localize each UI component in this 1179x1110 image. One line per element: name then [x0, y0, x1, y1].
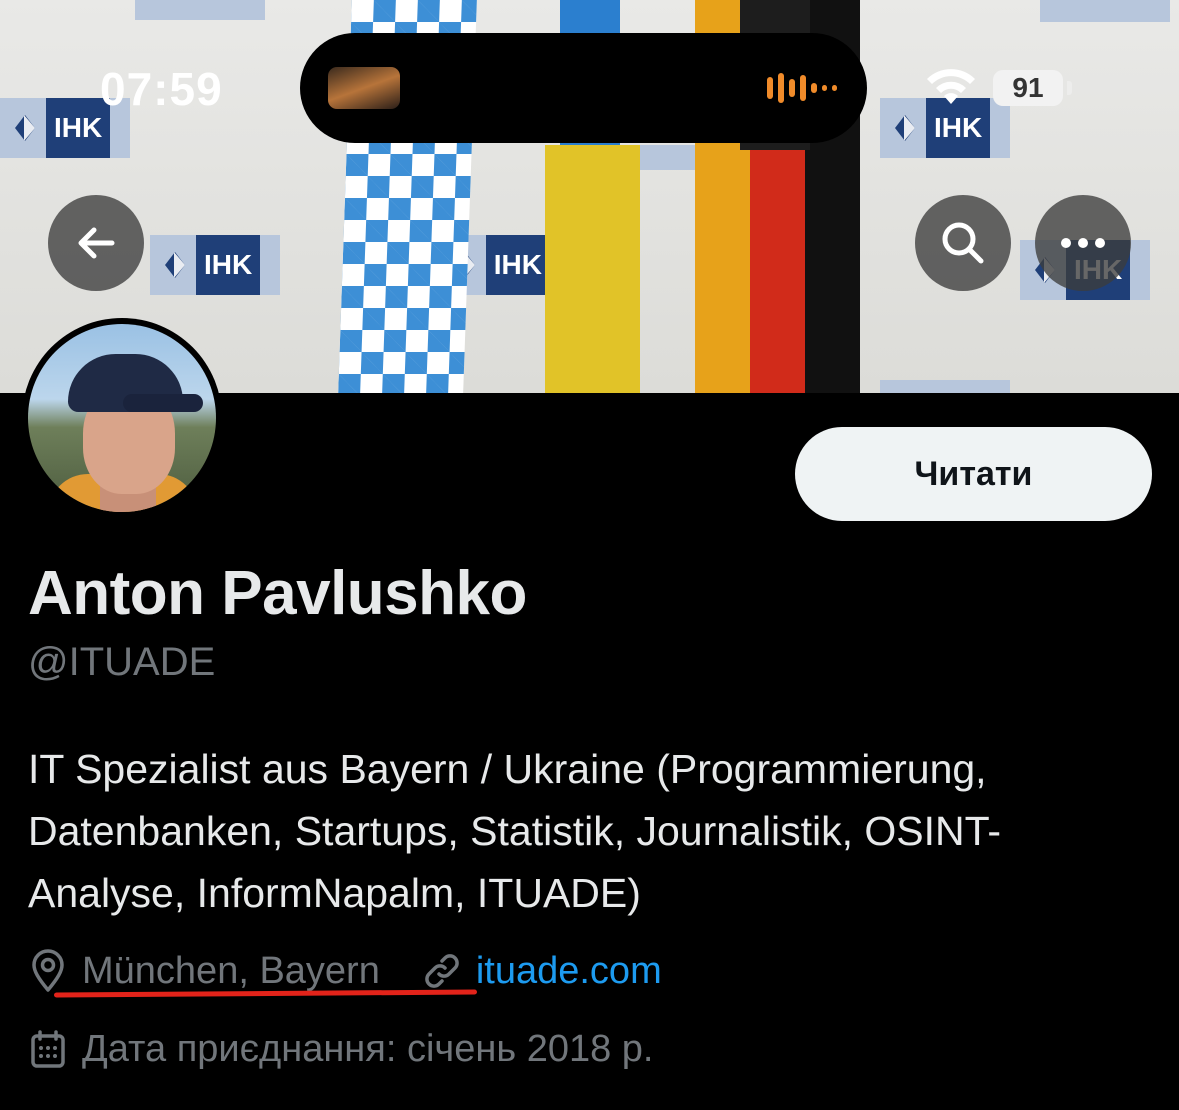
location-pin-icon — [28, 949, 68, 993]
ihk-logo-partial — [880, 380, 1010, 393]
profile-meta-row: München, Bayern ituade.com — [28, 946, 662, 996]
profile-name: Anton Pavlushko — [28, 559, 527, 628]
search-button[interactable] — [915, 195, 1011, 291]
profile-bio: IT Spezialist aus Bayern / Ukraine (Prog… — [28, 746, 1002, 916]
ihk-logo: IHK — [880, 98, 1010, 158]
audio-waveform-icon — [767, 73, 837, 103]
ukrainian-flag-yellow — [545, 145, 640, 393]
status-time: 07:59 — [100, 63, 223, 115]
ihk-logo-partial — [1040, 0, 1170, 22]
dynamic-island[interactable] — [300, 33, 867, 143]
more-dots-icon — [1061, 238, 1105, 248]
profile-website-link[interactable]: ituade.com — [476, 950, 662, 993]
link-icon — [422, 949, 462, 993]
arrow-left-icon — [78, 227, 115, 259]
battery-icon: 91 — [993, 70, 1072, 106]
album-art-thumbnail — [328, 67, 400, 109]
avatar-photo — [28, 324, 216, 512]
profile-joined-row: Дата приєднання: січень 2018 р. — [28, 1024, 653, 1074]
profile-joined-date: Дата приєднання: січень 2018 р. — [82, 1027, 654, 1070]
ihk-logo-partial — [135, 0, 265, 20]
calendar-icon — [28, 1027, 68, 1071]
back-button[interactable] — [48, 195, 144, 291]
wifi-icon — [927, 69, 975, 104]
more-options-button[interactable] — [1035, 195, 1131, 291]
avatar[interactable] — [22, 318, 222, 518]
profile-location: München, Bayern — [82, 949, 380, 992]
follow-button[interactable]: Читати — [795, 427, 1152, 521]
profile-handle: @ITUADE — [28, 640, 216, 684]
search-icon — [942, 222, 984, 264]
ihk-logo: IHK — [150, 235, 280, 295]
